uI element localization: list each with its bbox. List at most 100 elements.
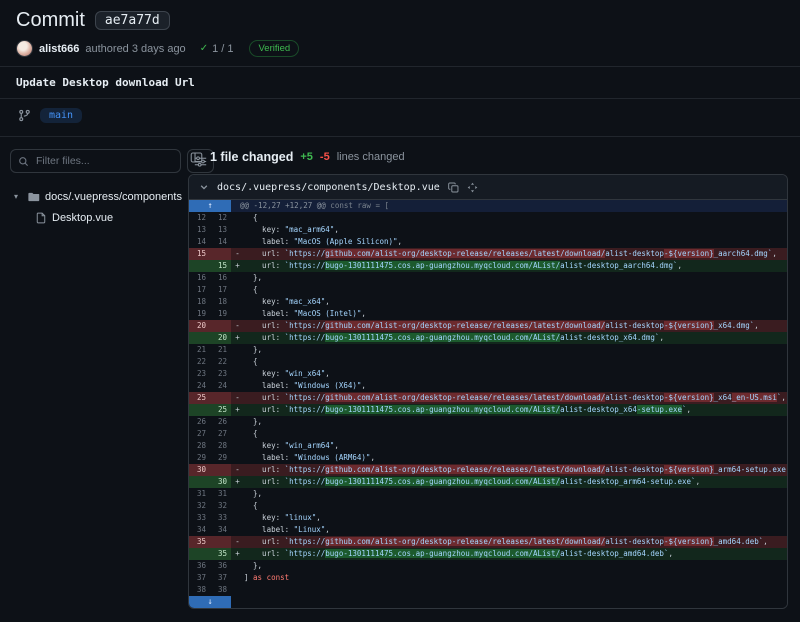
- new-line-number[interactable]: 23: [210, 368, 231, 380]
- old-line-number[interactable]: 17: [189, 284, 210, 296]
- old-line-number[interactable]: 35: [189, 536, 210, 548]
- old-line-number[interactable]: [189, 476, 210, 488]
- expand-down-button[interactable]: ↓: [189, 596, 231, 608]
- old-line-number[interactable]: 22: [189, 356, 210, 368]
- diff-code: url: `https://github.com/alist-org/deskt…: [244, 392, 787, 404]
- new-line-number[interactable]: 21: [210, 344, 231, 356]
- new-line-number[interactable]: 28: [210, 440, 231, 452]
- old-line-number[interactable]: [189, 548, 210, 560]
- old-line-number[interactable]: 16: [189, 272, 210, 284]
- diff-row: 2727 {: [189, 428, 787, 440]
- new-line-number[interactable]: 31: [210, 488, 231, 500]
- tree-item-file[interactable]: Desktop.vue: [10, 207, 178, 228]
- diff-marker: +: [231, 404, 244, 416]
- new-line-number[interactable]: 37: [210, 572, 231, 584]
- new-line-number[interactable]: 19: [210, 308, 231, 320]
- new-line-number[interactable]: 27: [210, 428, 231, 440]
- diff-code: ] as const: [244, 572, 787, 584]
- new-line-number[interactable]: [210, 392, 231, 404]
- tree-item-folder[interactable]: ▾docs/.vuepress/components: [10, 186, 178, 207]
- old-line-number[interactable]: 29: [189, 452, 210, 464]
- new-line-number[interactable]: 17: [210, 284, 231, 296]
- search-icon: [18, 156, 29, 167]
- new-line-number[interactable]: 29: [210, 452, 231, 464]
- diff-row: 25+ url: `https://bugo-1301111475.cos.ap…: [189, 404, 787, 416]
- old-line-number[interactable]: [189, 332, 210, 344]
- hunk-header: @@ -12,27 +12,27 @@ const raw = [: [231, 200, 389, 212]
- old-line-number[interactable]: 36: [189, 560, 210, 572]
- old-line-number[interactable]: [189, 404, 210, 416]
- diff-marker: -: [231, 464, 244, 476]
- old-line-number[interactable]: 34: [189, 524, 210, 536]
- new-line-number[interactable]: [210, 464, 231, 476]
- checks-status[interactable]: ✓ 1 / 1: [200, 43, 234, 55]
- expand-diff-button[interactable]: [467, 182, 478, 193]
- verified-badge[interactable]: Verified: [249, 40, 299, 57]
- old-line-number[interactable]: 18: [189, 296, 210, 308]
- new-line-number[interactable]: 15: [210, 260, 231, 272]
- diff-row: 3838: [189, 584, 787, 596]
- old-line-number[interactable]: 23: [189, 368, 210, 380]
- old-line-number[interactable]: 25: [189, 392, 210, 404]
- new-line-number[interactable]: [210, 320, 231, 332]
- old-line-number[interactable]: 28: [189, 440, 210, 452]
- new-line-number[interactable]: 16: [210, 272, 231, 284]
- old-line-number[interactable]: [189, 260, 210, 272]
- new-line-number[interactable]: 38: [210, 584, 231, 596]
- new-line-number[interactable]: 24: [210, 380, 231, 392]
- expand-up-button[interactable]: ↑: [189, 200, 231, 212]
- new-line-number[interactable]: 33: [210, 512, 231, 524]
- avatar[interactable]: [16, 40, 33, 57]
- tree-item-label: Desktop.vue: [52, 212, 113, 224]
- old-line-number[interactable]: 21: [189, 344, 210, 356]
- old-line-number[interactable]: 20: [189, 320, 210, 332]
- new-line-number[interactable]: [210, 248, 231, 260]
- old-line-number[interactable]: 14: [189, 236, 210, 248]
- diff-marker: [231, 416, 244, 428]
- branch-chip[interactable]: main: [40, 108, 82, 123]
- old-line-number[interactable]: 19: [189, 308, 210, 320]
- commit-page: Commit ae7a77d alist666 authored 3 days …: [0, 0, 800, 622]
- diff-row: 3434 label: "Linux",: [189, 524, 787, 536]
- new-line-number[interactable]: [210, 536, 231, 548]
- new-line-number[interactable]: 30: [210, 476, 231, 488]
- commit-hash: ae7a77d: [95, 11, 170, 30]
- old-line-number[interactable]: 33: [189, 512, 210, 524]
- new-line-number[interactable]: 25: [210, 404, 231, 416]
- diff-code: url: `https://bugo-1301111475.cos.ap-gua…: [244, 332, 787, 344]
- diff-expand-row: ↓: [189, 596, 787, 608]
- filter-files-input[interactable]: [34, 154, 173, 168]
- old-line-number[interactable]: 15: [189, 248, 210, 260]
- old-line-number[interactable]: 37: [189, 572, 210, 584]
- author-name[interactable]: alist666: [39, 43, 79, 55]
- old-line-number[interactable]: 26: [189, 416, 210, 428]
- file-path[interactable]: docs/.vuepress/components/Desktop.vue: [217, 182, 440, 193]
- new-line-number[interactable]: 32: [210, 500, 231, 512]
- old-line-number[interactable]: 30: [189, 464, 210, 476]
- diff-marker: [231, 488, 244, 500]
- new-line-number[interactable]: 18: [210, 296, 231, 308]
- new-line-number[interactable]: 26: [210, 416, 231, 428]
- old-line-number[interactable]: 38: [189, 584, 210, 596]
- old-line-number[interactable]: 13: [189, 224, 210, 236]
- chevron-down-icon[interactable]: [199, 182, 209, 192]
- old-line-number[interactable]: 27: [189, 428, 210, 440]
- old-line-number[interactable]: 24: [189, 380, 210, 392]
- filter-files-field[interactable]: [10, 149, 181, 173]
- old-line-number[interactable]: 32: [189, 500, 210, 512]
- new-line-number[interactable]: 35: [210, 548, 231, 560]
- old-line-number[interactable]: 12: [189, 212, 210, 224]
- new-line-number[interactable]: 13: [210, 224, 231, 236]
- new-line-number[interactable]: 20: [210, 332, 231, 344]
- diff-file-card: docs/.vuepress/components/Desktop.vue: [188, 174, 788, 609]
- diff-code: },: [244, 272, 787, 284]
- hide-file-tree-icon[interactable]: [190, 151, 203, 164]
- copy-path-button[interactable]: [448, 182, 459, 193]
- new-line-number[interactable]: 22: [210, 356, 231, 368]
- new-line-number[interactable]: 14: [210, 236, 231, 248]
- new-line-number[interactable]: 34: [210, 524, 231, 536]
- new-line-number[interactable]: 12: [210, 212, 231, 224]
- new-line-number[interactable]: 36: [210, 560, 231, 572]
- diff-code: url: `https://github.com/alist-org/deskt…: [244, 536, 787, 548]
- old-line-number[interactable]: 31: [189, 488, 210, 500]
